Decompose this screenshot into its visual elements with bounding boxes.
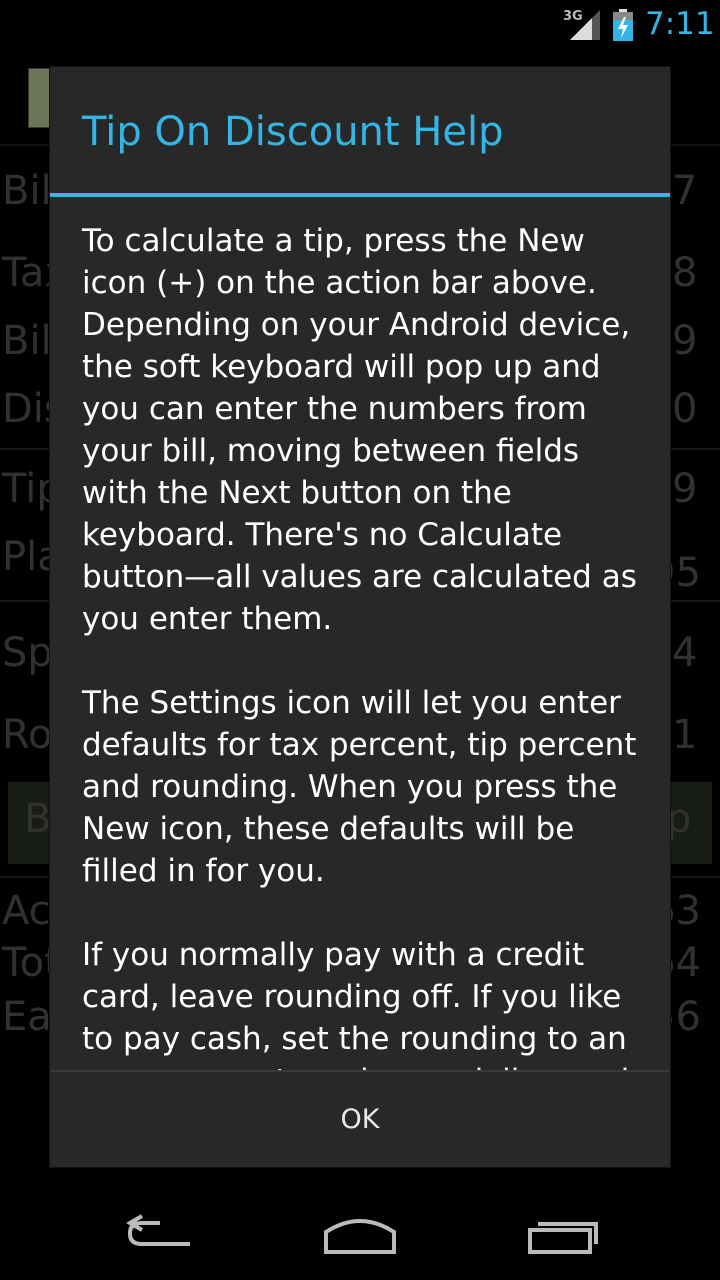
navigation-bar [0,1190,720,1280]
help-dialog: Tip On Discount Help To calculate a tip,… [50,67,670,1167]
signal-icon [570,10,600,40]
ok-button[interactable]: OK [50,1072,670,1167]
status-bar: 3G 7:11 [0,0,720,50]
clock: 7:11 [645,6,715,42]
dialog-scroll-area[interactable]: To calculate a tip, press the New icon (… [50,197,670,1070]
help-paragraph-2: The Settings icon will let you enter def… [82,685,637,889]
battery-icon [613,9,633,41]
help-paragraph-3: If you normally pay with a credit card, … [82,937,629,1070]
dialog-message: To calculate a tip, press the New icon (… [82,220,642,1070]
home-icon[interactable] [320,1210,400,1260]
recents-icon[interactable] [522,1210,602,1260]
help-paragraph-1: To calculate a tip, press the New icon (… [82,223,637,637]
back-icon[interactable] [120,1210,200,1260]
dialog-title: Tip On Discount Help [82,109,504,155]
